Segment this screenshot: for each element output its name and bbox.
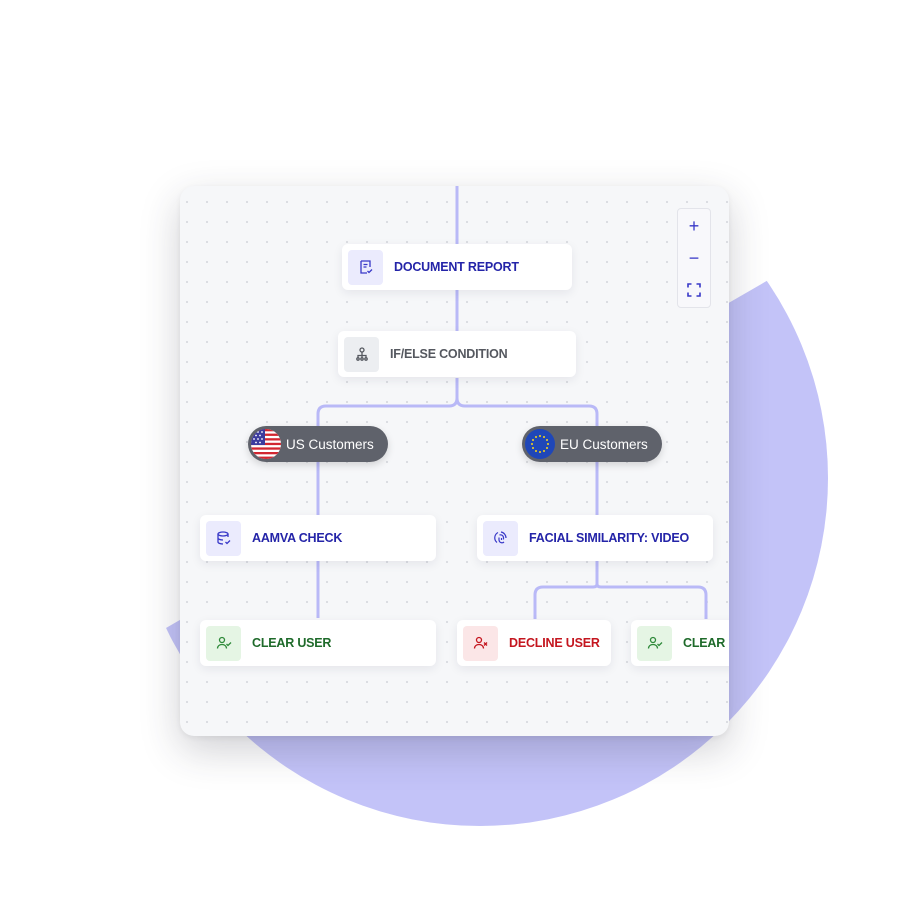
minus-icon: −	[688, 247, 700, 268]
user-check-icon	[206, 625, 241, 661]
zoom-controls: + −	[677, 208, 711, 308]
user-x-icon	[463, 625, 498, 661]
node-if-else-condition[interactable]: IF/ELSE CONDITION	[338, 331, 576, 377]
node-decline-user[interactable]: DECLINE USER	[457, 620, 611, 666]
node-label: CLEAR USER	[683, 636, 729, 650]
branch-label: US Customers	[286, 436, 374, 452]
branch-label: EU Customers	[560, 436, 648, 452]
node-clear-user-us[interactable]: CLEAR USER	[200, 620, 436, 666]
node-document-report[interactable]: DOCUMENT REPORT	[342, 244, 572, 290]
face-scan-icon	[483, 520, 518, 556]
node-facial-similarity-video[interactable]: FACIAL SIMILARITY: VIDEO	[477, 515, 713, 561]
zoom-in-button[interactable]: +	[678, 210, 710, 242]
plus-icon: +	[688, 215, 700, 236]
node-clear-user-eu[interactable]: CLEAR USER	[631, 620, 729, 666]
zoom-out-button[interactable]: −	[678, 242, 710, 274]
fit-screen-button[interactable]	[678, 274, 710, 306]
database-check-icon	[206, 520, 241, 556]
user-check-icon	[637, 625, 672, 661]
node-label: IF/ELSE CONDITION	[390, 347, 508, 361]
node-label: FACIAL SIMILARITY: VIDEO	[529, 531, 690, 545]
node-label: DOCUMENT REPORT	[394, 260, 519, 274]
fit-screen-icon	[687, 283, 701, 297]
branch-us-customers[interactable]: US Customers	[248, 426, 388, 462]
us-flag-icon	[251, 429, 281, 459]
branch-eu-customers[interactable]: EU Customers	[522, 426, 662, 462]
eu-flag-icon	[525, 429, 555, 459]
node-label: CLEAR USER	[252, 636, 332, 650]
document-check-icon	[348, 249, 383, 285]
node-aamva-check[interactable]: AAMVA CHECK	[200, 515, 436, 561]
workflow-canvas[interactable]: DOCUMENT REPORT IF/ELSE CONDITION US Cus…	[180, 186, 729, 736]
node-label: AAMVA CHECK	[252, 531, 343, 545]
branch-icon	[344, 336, 379, 372]
node-label: DECLINE USER	[509, 636, 600, 650]
